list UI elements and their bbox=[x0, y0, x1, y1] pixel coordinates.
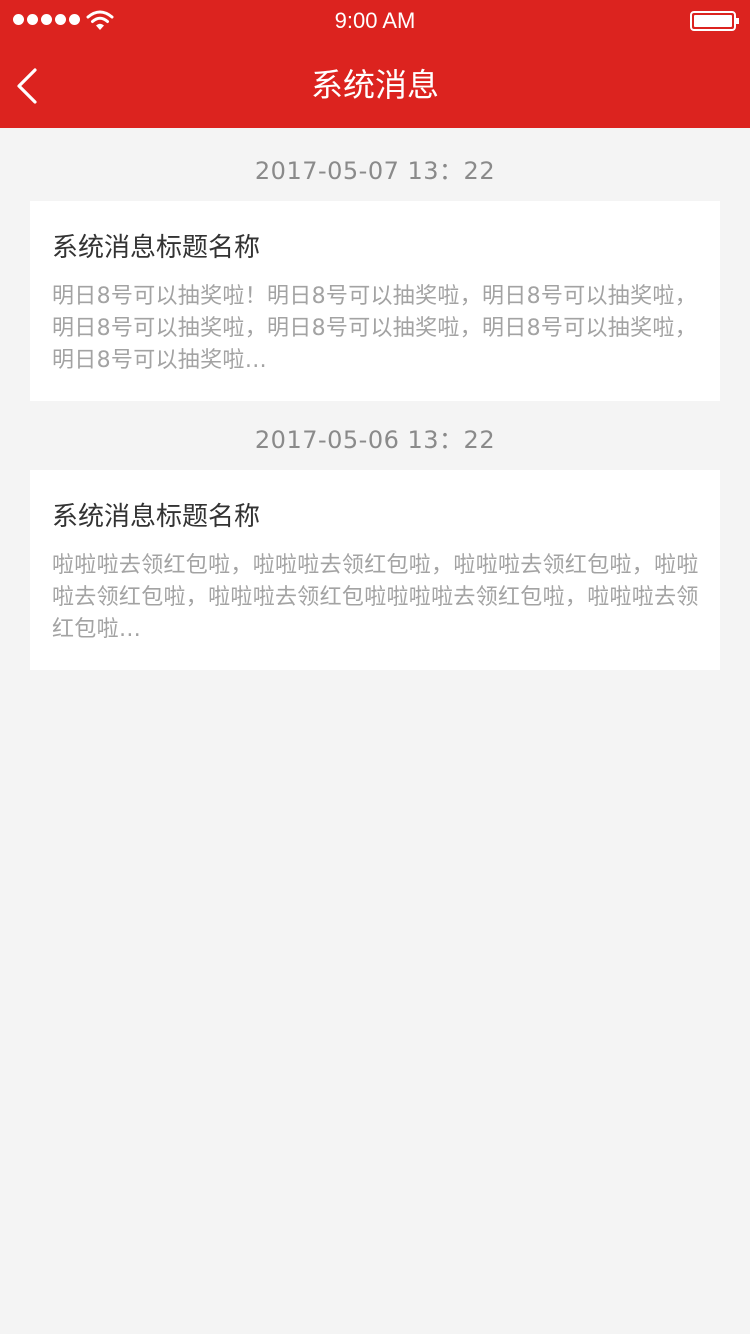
status-bar: 9:00 AM bbox=[0, 0, 750, 40]
status-time: 9:00 AM bbox=[334, 8, 416, 33]
battery-icon bbox=[690, 11, 739, 31]
message-card[interactable]: 系统消息标题名称 明日8号可以抽奖啦！明日8号可以抽奖啦，明日8号可以抽奖啦，明… bbox=[30, 201, 720, 401]
message-title: 系统消息标题名称 bbox=[52, 502, 261, 532]
message-title: 系统消息标题名称 bbox=[52, 233, 261, 263]
message-preview: 啦啦啦去领红包啦，啦啦啦去领红包啦，啦啦啦去领红包啦，啦啦啦去领红包啦，啦啦啦去… bbox=[52, 553, 699, 642]
message-timestamp: 2017-05-07 13：22 bbox=[254, 157, 496, 185]
page-title: 系统消息 bbox=[310, 66, 439, 104]
message-timestamp: 2017-05-06 13：22 bbox=[254, 426, 496, 454]
message-card[interactable]: 系统消息标题名称 啦啦啦去领红包啦，啦啦啦去领红包啦，啦啦啦去领红包啦，啦啦啦去… bbox=[30, 470, 720, 670]
navigation-bar: 系统消息 bbox=[0, 40, 750, 128]
top-bar: 9:00 AM 系统消息 bbox=[0, 0, 750, 128]
message-preview: 明日8号可以抽奖啦！明日8号可以抽奖啦，明日8号可以抽奖啦，明日8号可以抽奖啦，… bbox=[52, 284, 697, 373]
